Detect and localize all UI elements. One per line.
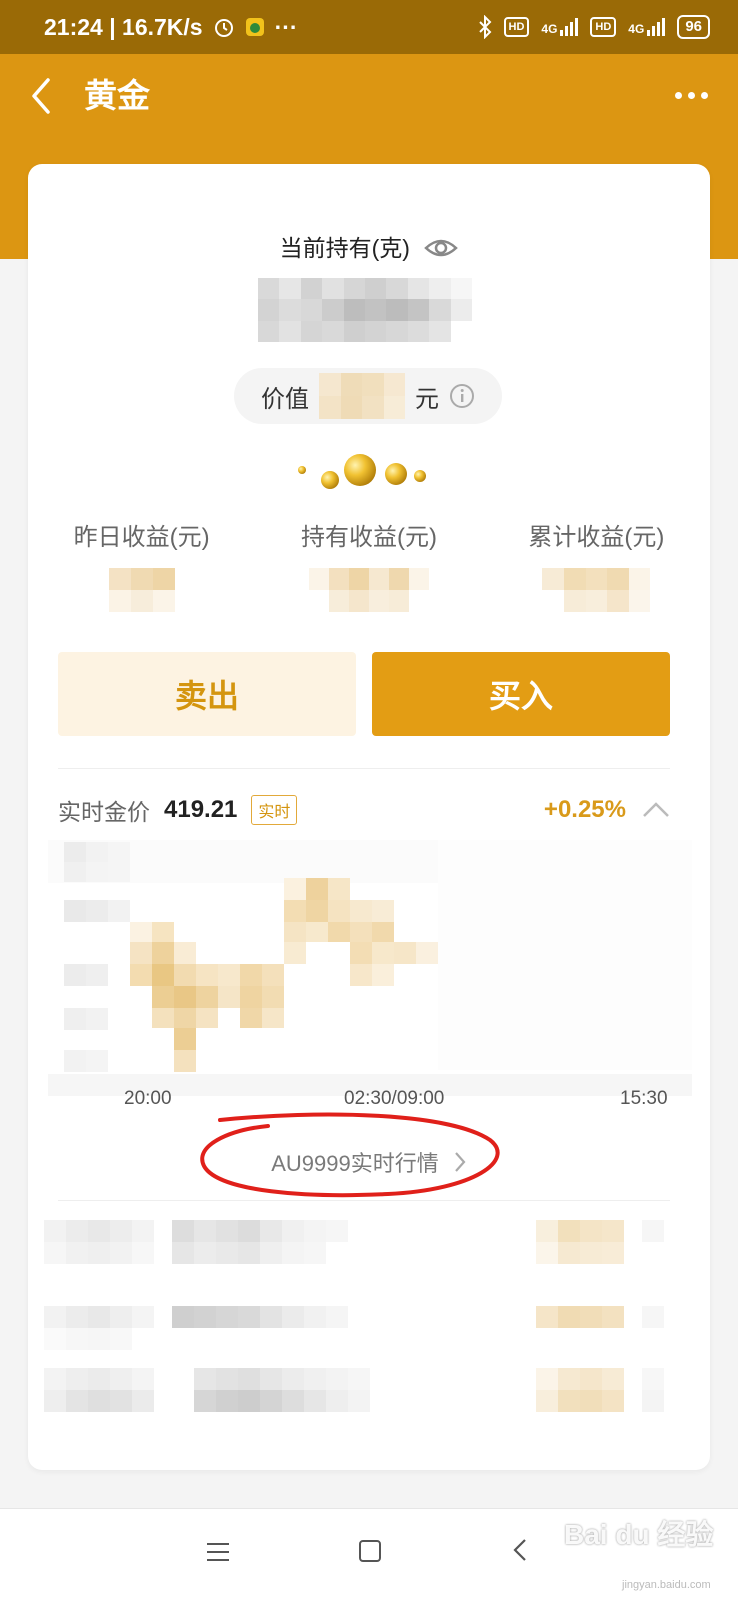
holding-amount-redacted	[258, 278, 472, 342]
price-change: +0.25%	[543, 796, 626, 823]
network-type-2: 4G	[628, 22, 645, 36]
hd-badge-2: HD	[590, 17, 617, 37]
holding-header: 当前持有(克)	[28, 228, 710, 266]
stat-value-redacted	[542, 568, 651, 612]
back-arrow-icon[interactable]	[24, 74, 64, 118]
more-menu-icon[interactable]	[675, 92, 708, 99]
chevron-up-icon[interactable]	[642, 801, 670, 819]
signal-bars-2-icon	[647, 18, 666, 36]
value-prefix: 价值	[261, 385, 309, 413]
x-tick: 20:00	[124, 1088, 172, 1109]
price-label: 实时金价	[58, 799, 150, 825]
nav-bar: 黄金	[0, 54, 738, 140]
stat-holding[interactable]: 持有收益(元)	[255, 520, 482, 612]
signal-2: 4G	[628, 18, 666, 36]
baidu-watermark: Bai du 经验	[564, 1519, 714, 1550]
earnings-stats: 昨日收益(元) 持有收益(元) 累计收益(元)	[28, 520, 710, 612]
stat-cumulative[interactable]: 累计收益(元)	[483, 520, 710, 612]
stat-label: 累计收益(元)	[528, 524, 665, 551]
status-bar: 21:24 | 16.7K/s ··· HD 4G HD 4G 96	[0, 0, 738, 54]
status-left: 21:24 | 16.7K/s ···	[44, 14, 298, 41]
x-tick: 02:30/09:00	[344, 1088, 445, 1109]
au9999-market-link[interactable]: AU9999实时行情	[28, 1142, 710, 1182]
back-triangle-icon[interactable]	[512, 1537, 528, 1563]
price-chart-redacted	[48, 840, 692, 1096]
buy-button[interactable]: 买入	[372, 652, 670, 736]
holding-label: 当前持有(克)	[279, 234, 410, 261]
x-tick: 15:30	[620, 1088, 668, 1109]
stat-label: 昨日收益(元)	[73, 524, 210, 551]
bluetooth-icon	[478, 15, 491, 39]
value-suffix: 元	[415, 385, 439, 413]
realtime-price-row[interactable]: 实时金价 419.21 实时 +0.25%	[58, 792, 670, 828]
gold-beads-illustration	[298, 454, 426, 489]
chevron-right-icon	[454, 1152, 466, 1172]
signal-bars-1-icon	[560, 18, 579, 36]
divider	[58, 768, 670, 769]
home-square-icon[interactable]	[358, 1539, 382, 1563]
realtime-badge: 实时	[251, 795, 298, 825]
battery-indicator: 96	[677, 15, 710, 39]
list-item	[44, 1368, 664, 1412]
status-more: ···	[274, 13, 298, 40]
price-value: 419.21	[164, 796, 238, 823]
gold-holding-card: 当前持有(克) 价值 元 昨日收益(元) 持有收益(元) 累计收益(元) 卖出 …	[28, 164, 710, 1470]
au9999-link-label: AU9999实时行情	[271, 1151, 439, 1176]
holding-value-pill[interactable]: 价值 元	[234, 368, 502, 424]
signal-1: 4G	[541, 18, 579, 36]
stat-value-redacted	[108, 568, 175, 612]
stat-yesterday[interactable]: 昨日收益(元)	[28, 520, 255, 612]
status-right: HD 4G HD 4G 96	[478, 15, 710, 39]
app-notification-icon	[245, 18, 264, 36]
menu-icon[interactable]	[206, 1541, 230, 1563]
hd-badge-1: HD	[503, 17, 530, 37]
sell-button[interactable]: 卖出	[58, 652, 356, 736]
alarm-icon	[214, 19, 233, 37]
holding-value-redacted	[319, 373, 405, 419]
network-type-1: 4G	[541, 22, 558, 36]
system-nav-bar: Bai du 经验 jingyan.baidu.com	[0, 1508, 738, 1601]
status-time-speed: 21:24 | 16.7K/s	[44, 13, 203, 40]
eye-icon[interactable]	[424, 236, 459, 260]
stat-label: 持有收益(元)	[301, 524, 437, 551]
list-item	[44, 1220, 664, 1264]
baidu-watermark-url: jingyan.baidu.com	[622, 1579, 711, 1591]
stat-value-redacted	[308, 568, 429, 612]
transaction-list-redacted	[44, 1220, 664, 1412]
divider	[58, 1200, 670, 1201]
info-icon[interactable]	[449, 383, 475, 409]
page-title: 黄金	[84, 77, 150, 114]
list-item	[44, 1306, 664, 1350]
chart-mosaic	[48, 840, 692, 1096]
